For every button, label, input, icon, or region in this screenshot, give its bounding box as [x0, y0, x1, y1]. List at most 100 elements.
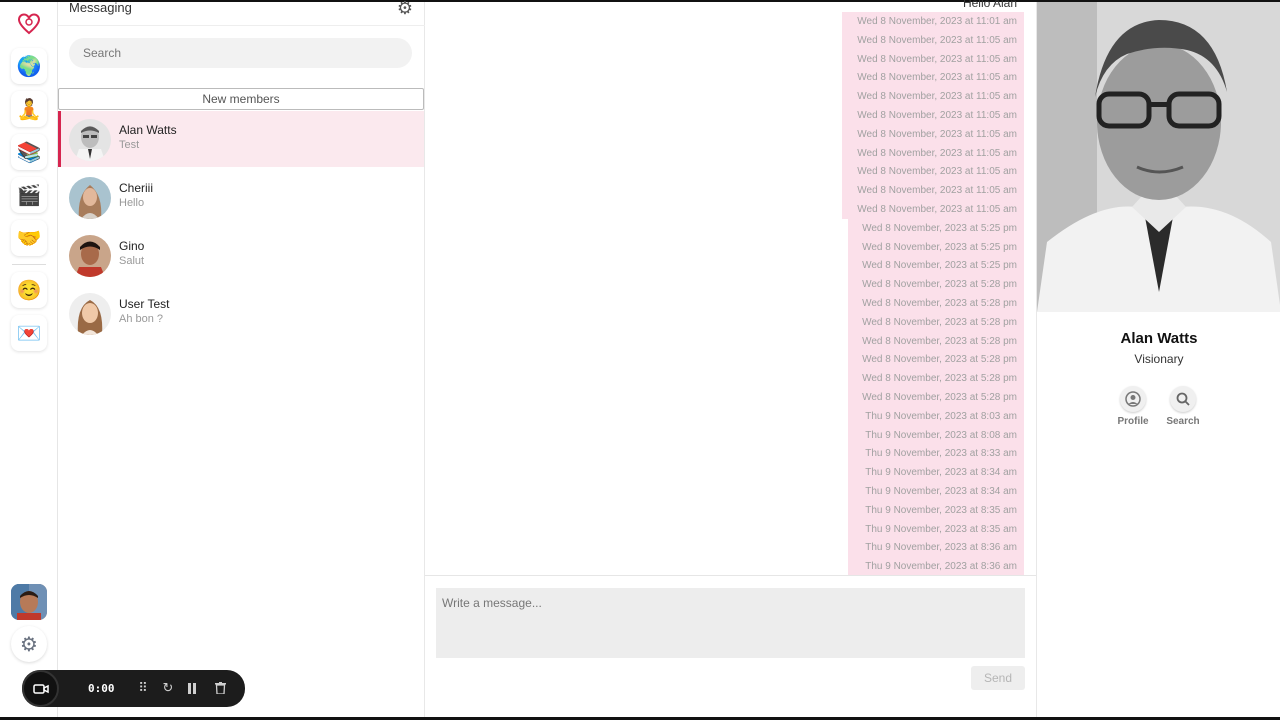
avatar: [69, 235, 111, 277]
conversation-search-input[interactable]: [69, 38, 412, 68]
trash-icon[interactable]: [211, 679, 229, 697]
message-bubble: Wed 8 November, 2023 at 11:01 am: [842, 12, 1024, 31]
profile-photo-art: [1037, 2, 1280, 312]
message-bubble: Wed 8 November, 2023 at 11:05 am: [842, 87, 1024, 107]
user-test-avatar-art: [69, 293, 111, 335]
pause-svg: [188, 682, 196, 694]
message-bubble: Wed 8 November, 2023 at 11:05 am: [842, 30, 1024, 50]
message-bubble: Wed 8 November, 2023 at 5:28 pm: [848, 388, 1024, 407]
profile-photo: [1037, 2, 1280, 312]
message-bubble: Wed 8 November, 2023 at 5:28 pm: [848, 369, 1024, 389]
trash-svg: [214, 682, 226, 694]
profile-role: Visionary: [1134, 352, 1184, 366]
profile-panel: Alan Watts Visionary Profile Search: [1036, 2, 1280, 717]
smiling-face-icon[interactable]: ☺️: [11, 272, 47, 308]
smiling-face-glyph: ☺️: [16, 279, 42, 302]
clapperboard-icon[interactable]: 🎬: [11, 177, 47, 213]
message-input[interactable]: [436, 588, 1025, 658]
app-root: 🌍 🧘 📚 🎬 🤝 ☺️ 💌 ⚙ Messaging ⚙ New members: [0, 0, 1280, 720]
conversation-preview: Test: [119, 139, 140, 151]
conversation-item-alan-watts[interactable]: Alan Watts Test: [58, 111, 424, 167]
message-bubble: Thu 9 November, 2023 at 8:36 am: [848, 557, 1024, 577]
cheriii-avatar-art: [69, 177, 111, 219]
message-bubble: Wed 8 November, 2023 at 5:25 pm: [848, 256, 1024, 276]
screen-recorder-bar: 0:00 ⠿ ↻: [22, 670, 245, 707]
conversation-preview: Ah bon ?: [119, 313, 164, 325]
user-avatar-art: [11, 584, 47, 620]
message-bubble: Thu 9 November, 2023 at 8:36 am: [848, 538, 1024, 558]
handshake-glyph: 🤝: [16, 227, 42, 250]
search-action-label: Search: [1166, 416, 1200, 427]
rail-divider: [12, 264, 46, 265]
avatar: [69, 119, 111, 161]
profile-action-label: Profile: [1117, 416, 1149, 427]
message-bubble: Wed 8 November, 2023 at 5:25 pm: [848, 218, 1024, 238]
conversation-item-gino[interactable]: Gino Salut: [58, 227, 424, 283]
message-bubble: Wed 8 November, 2023 at 11:05 am: [842, 200, 1024, 219]
message-bubble: Wed 8 November, 2023 at 11:05 am: [842, 68, 1024, 88]
profile-name: Alan Watts: [1120, 330, 1198, 347]
send-button[interactable]: Send: [971, 666, 1025, 690]
love-letter-icon[interactable]: 💌: [11, 315, 47, 351]
message-bubble: Thu 9 November, 2023 at 8:03 am: [848, 406, 1024, 426]
chat-panel: Hello Alan Wed 8 November, 2023 at 11:01…: [425, 0, 1036, 717]
message-bubble: Wed 8 November, 2023 at 11:05 am: [842, 49, 1024, 69]
alan-watts-avatar-art: [69, 119, 111, 161]
grid-dots-icon[interactable]: ⠿: [134, 679, 152, 697]
conversation-preview: Hello: [119, 197, 145, 209]
conversation-item-user-test[interactable]: User Test Ah bon ?: [58, 285, 424, 341]
messaging-settings-icon[interactable]: ⚙: [397, 0, 413, 19]
heart-logo-icon[interactable]: [11, 6, 47, 42]
message-bubble: Thu 9 November, 2023 at 8:35 am: [848, 519, 1024, 539]
handshake-icon[interactable]: 🤝: [11, 220, 47, 256]
message-bubble: Thu 9 November, 2023 at 8:34 am: [848, 463, 1024, 483]
conversation-item-cheriii[interactable]: Cheriii Hello: [58, 169, 424, 225]
profile-action[interactable]: Profile: [1113, 386, 1153, 427]
books-glyph: 📚: [16, 141, 42, 164]
current-user-avatar[interactable]: [11, 584, 47, 620]
message-bubble: Wed 8 November, 2023 at 5:28 pm: [848, 294, 1024, 313]
avatar: [69, 177, 111, 219]
search-action[interactable]: Search: [1163, 386, 1203, 427]
conversation-name: Cheriii: [119, 181, 154, 195]
conversations-header: Messaging ⚙: [58, 0, 425, 26]
composer-area: Send: [425, 575, 1036, 717]
conversations-panel: Messaging ⚙ New members Alan Watts Test: [58, 0, 425, 717]
message-bubble: Wed 8 November, 2023 at 5:28 pm: [848, 275, 1024, 295]
conversation-preview: Salut: [119, 255, 145, 267]
message-bubble: Thu 9 November, 2023 at 8:34 am: [848, 482, 1024, 501]
message-bubble: Wed 8 November, 2023 at 5:25 pm: [848, 237, 1024, 257]
message-bubble: Wed 8 November, 2023 at 11:05 am: [842, 162, 1024, 182]
clapperboard-glyph: 🎬: [16, 184, 42, 207]
camera-icon[interactable]: [22, 670, 59, 707]
new-members-button[interactable]: New members: [58, 88, 424, 110]
settings-gear-glyph: ⚙: [20, 633, 38, 656]
heart-logo-svg: [17, 13, 41, 35]
meditation-icon[interactable]: 🧘: [11, 91, 47, 127]
message-bubble: Thu 9 November, 2023 at 8:33 am: [848, 444, 1024, 464]
recording-timer: 0:00: [88, 682, 115, 695]
love-letter-glyph: 💌: [16, 322, 42, 345]
conversation-name: Alan Watts: [119, 123, 177, 137]
message-bubble: Thu 9 November, 2023 at 8:35 am: [848, 500, 1024, 520]
message-bubble: Wed 8 November, 2023 at 11:05 am: [842, 181, 1024, 201]
restart-icon[interactable]: ↻: [159, 679, 177, 697]
search-svg: [1176, 392, 1190, 406]
search-icon: [1170, 386, 1196, 412]
gino-avatar-art: [69, 235, 111, 277]
icon-rail: 🌍 🧘 📚 🎬 🤝 ☺️ 💌 ⚙: [0, 2, 58, 717]
pause-icon[interactable]: [183, 679, 201, 697]
settings-gear-icon[interactable]: ⚙: [11, 626, 47, 662]
message-text: Hello Alan: [962, 0, 1017, 10]
globe-glyph: 🌍: [16, 55, 42, 78]
books-icon[interactable]: 📚: [11, 134, 47, 170]
messaging-title: Messaging: [69, 0, 132, 15]
globe-icon[interactable]: 🌍: [11, 48, 47, 84]
message-bubble: Wed 8 November, 2023 at 5:28 pm: [848, 331, 1024, 351]
conversation-name: User Test: [119, 297, 170, 311]
camera-svg: [32, 683, 49, 694]
conversation-name: Gino: [119, 239, 145, 253]
user-circle-icon: [1120, 386, 1146, 412]
meditation-glyph: 🧘: [16, 98, 42, 121]
message-bubble: Wed 8 November, 2023 at 11:05 am: [842, 106, 1024, 125]
